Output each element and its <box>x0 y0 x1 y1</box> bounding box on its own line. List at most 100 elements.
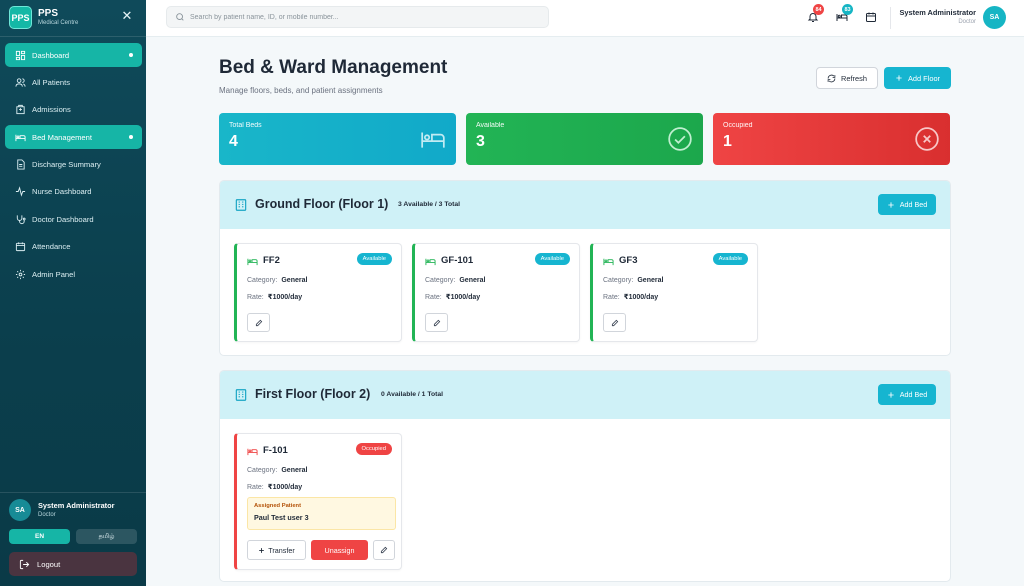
bed-name: F-101 <box>263 445 288 456</box>
floor-section-ground: Ground Floor (Floor 1) 3 Available / 3 T… <box>219 180 951 356</box>
sidebar-item-label: Discharge Summary <box>32 160 101 170</box>
avatar[interactable]: SA <box>983 6 1006 29</box>
add-bed-button[interactable]: Add Bed <box>878 384 936 405</box>
bed-card-gf-101[interactable]: GF-101 Available Category: General Rate: ₹… <box>412 243 580 342</box>
brand[interactable]: PPS PPS Medical Centre <box>9 6 78 29</box>
stat-value: 4 <box>229 133 238 150</box>
header-user[interactable]: System Administrator Doctor <box>898 8 976 27</box>
bed-category: Category: General <box>247 467 307 474</box>
header-user-name: System Administrator <box>899 8 976 17</box>
active-dot <box>129 135 133 140</box>
unassign-label: Unassign <box>324 545 355 555</box>
beds-button[interactable]: 83 <box>835 4 853 24</box>
sidebar-item-attendance[interactable]: Attendance <box>5 235 142 259</box>
sidebar-item-label: Admin Panel <box>32 269 76 279</box>
calendar-icon <box>14 241 26 253</box>
search-input[interactable] <box>190 13 530 21</box>
status-badge: Available <box>356 253 392 265</box>
floor-header: Ground Floor (Floor 1) 3 Available / 3 T… <box>220 181 950 229</box>
document-icon <box>14 159 26 171</box>
bed-card-f-101[interactable]: F-101 Occupied Category: General Rate: ₹10… <box>234 433 402 570</box>
rate-value: ₹1000/day <box>267 484 303 491</box>
language-tamil-button[interactable]: தமிழ் <box>76 529 137 544</box>
sidebar: PPS PPS Medical Centre ✕ Dashboard All P… <box>0 0 146 586</box>
bed-icon <box>247 446 258 457</box>
language-en-button[interactable]: EN <box>9 529 70 544</box>
sidebar-item-doctor-dashboard[interactable]: Doctor Dashboard <box>5 207 142 231</box>
stat-card-occupied: Occupied 1 <box>713 113 950 165</box>
brand-name: PPS <box>38 7 59 19</box>
stat-value: 3 <box>476 133 485 150</box>
bed-name: FF2 <box>263 255 280 266</box>
sidebar-item-label: Bed Management <box>32 132 92 142</box>
edit-icon <box>433 319 441 327</box>
sidebar-item-discharge-summary[interactable]: Discharge Summary <box>5 153 142 177</box>
rate-label: Rate: <box>603 294 620 301</box>
bed-category: Category: General <box>247 277 307 284</box>
bed-name: GF3 <box>619 255 638 266</box>
add-floor-button[interactable]: Add Floor <box>884 67 951 89</box>
sidebar-item-label: Nurse Dashboard <box>32 187 92 197</box>
category-label: Category: <box>425 277 456 284</box>
close-sidebar-icon[interactable]: ✕ <box>121 9 133 23</box>
edit-bed-button[interactable] <box>373 540 395 560</box>
floor-bed-count: 0 Available / 1 Total <box>381 391 444 398</box>
logout-button[interactable]: Logout <box>9 552 137 576</box>
building-icon <box>234 388 248 402</box>
stat-card-available: Available 3 <box>466 113 703 165</box>
sidebar-item-label: Dashboard <box>32 50 70 60</box>
assigned-patient-label: Assigned Patient <box>254 503 302 509</box>
add-floor-label: Add Floor <box>907 73 941 83</box>
sidebar-item-admissions[interactable]: Admissions <box>5 98 142 122</box>
sidebar-item-label: Doctor Dashboard <box>32 214 94 224</box>
search-bar[interactable] <box>166 6 549 28</box>
bed-rate: Rate: ₹1000/day <box>425 293 480 301</box>
edit-bed-button[interactable] <box>425 313 448 332</box>
stethoscope-icon <box>14 213 26 225</box>
sidebar-item-admin-panel[interactable]: Admin Panel <box>5 262 142 286</box>
plus-icon <box>895 74 903 82</box>
stat-label: Occupied <box>723 122 753 129</box>
category-value: General <box>637 277 664 284</box>
assigned-patient-name: Paul Test user 3 <box>254 513 309 522</box>
edit-bed-button[interactable] <box>247 313 270 332</box>
bed-icon <box>603 256 614 267</box>
refresh-label: Refresh <box>841 73 867 83</box>
bed-card-ff2[interactable]: FF2 Available Category: General Rate: ₹100… <box>234 243 402 342</box>
sidebar-divider <box>0 36 146 37</box>
status-badge: Available <box>712 253 748 265</box>
calendar-icon <box>865 11 877 23</box>
sidebar-nav: Dashboard All Patients Admissions Bed Ma… <box>5 43 142 290</box>
sidebar-item-label: Admissions <box>32 105 71 115</box>
sidebar-item-dashboard[interactable]: Dashboard <box>5 43 142 67</box>
hospital-icon <box>14 104 26 116</box>
floor-title: Ground Floor (Floor 1) <box>255 197 389 211</box>
sidebar-user: SA System Administrator Doctor <box>9 499 115 521</box>
transfer-button[interactable]: Transfer <box>247 540 306 560</box>
sidebar-divider <box>0 492 146 493</box>
refresh-icon <box>827 74 836 83</box>
page-subtitle: Manage floors, beds, and patient assignm… <box>219 86 383 95</box>
edit-bed-button[interactable] <box>603 313 626 332</box>
rate-label: Rate: <box>425 294 442 301</box>
dashboard-icon <box>14 49 26 61</box>
sidebar-user-name: System Administrator <box>38 500 115 510</box>
stat-card-total-beds: Total Beds 4 <box>219 113 456 165</box>
bed-rate: Rate: ₹1000/day <box>603 293 658 301</box>
logout-label: Logout <box>37 559 61 569</box>
bed-card-gf3[interactable]: GF3 Available Category: General Rate: ₹100… <box>590 243 758 342</box>
category-label: Category: <box>247 467 278 474</box>
unassign-button[interactable]: Unassign <box>311 540 368 560</box>
calendar-button[interactable] <box>864 10 878 24</box>
bed-icon <box>425 256 436 267</box>
header-divider <box>890 7 891 29</box>
add-bed-button[interactable]: Add Bed <box>878 194 936 215</box>
sidebar-item-nurse-dashboard[interactable]: Nurse Dashboard <box>5 180 142 204</box>
rate-label: Rate: <box>247 294 264 301</box>
assigned-patient-box: Assigned Patient Paul Test user 3 <box>247 497 396 530</box>
notifications-button[interactable]: 84 <box>806 4 824 24</box>
sidebar-item-bed-management[interactable]: Bed Management <box>5 125 142 150</box>
building-icon <box>234 198 248 212</box>
sidebar-item-all-patients[interactable]: All Patients <box>5 70 142 94</box>
refresh-button[interactable]: Refresh <box>816 67 878 89</box>
